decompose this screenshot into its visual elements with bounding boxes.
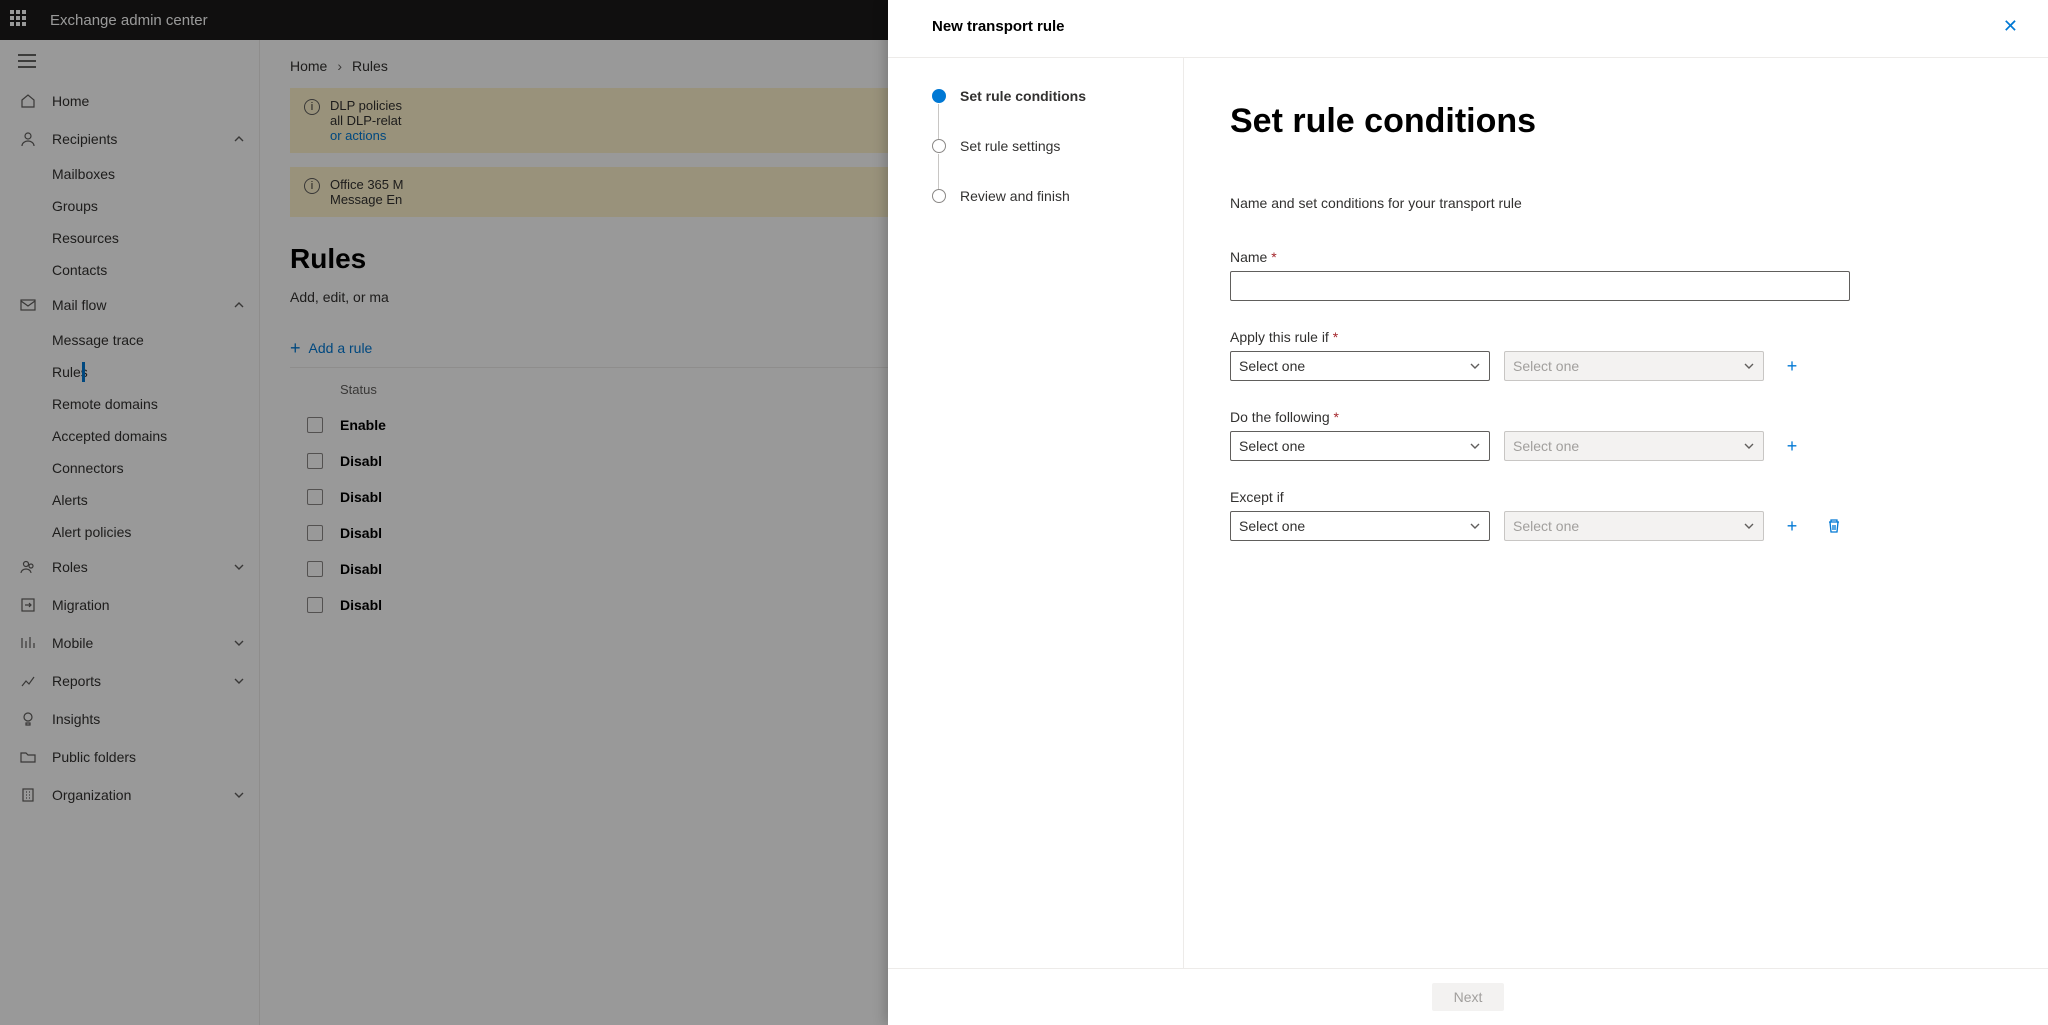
chevron-down-icon [1743, 520, 1755, 532]
panel-title: New transport rule [932, 18, 1065, 35]
add-exception-button[interactable]: + [1778, 512, 1806, 540]
form-heading: Set rule conditions [1230, 102, 1988, 141]
step-conditions[interactable]: Set rule conditions [932, 88, 1153, 138]
step-review[interactable]: Review and finish [932, 188, 1153, 204]
wizard-steps: Set rule conditions Set rule settings Re… [888, 58, 1184, 968]
name-input[interactable] [1230, 271, 1850, 301]
except-label: Except if [1230, 489, 1988, 505]
chevron-down-icon [1469, 360, 1481, 372]
step-settings[interactable]: Set rule settings [932, 138, 1153, 188]
action-value-dropdown[interactable]: Select one [1504, 431, 1764, 461]
action-dropdown[interactable]: Select one [1230, 431, 1490, 461]
chevron-down-icon [1743, 360, 1755, 372]
chevron-down-icon [1469, 440, 1481, 452]
form-description: Name and set conditions for your transpo… [1230, 195, 1988, 211]
chevron-down-icon [1743, 440, 1755, 452]
next-button[interactable]: Next [1432, 983, 1505, 1011]
except-condition-dropdown[interactable]: Select one [1230, 511, 1490, 541]
chevron-down-icon [1469, 520, 1481, 532]
apply-label: Apply this rule if * [1230, 329, 1988, 345]
close-icon[interactable]: ✕ [2003, 16, 2018, 37]
name-label: Name * [1230, 249, 1988, 265]
add-action-button[interactable]: + [1778, 432, 1806, 460]
except-value-dropdown[interactable]: Select one [1504, 511, 1764, 541]
apply-condition-dropdown[interactable]: Select one [1230, 351, 1490, 381]
do-label: Do the following * [1230, 409, 1988, 425]
delete-exception-button[interactable] [1820, 512, 1848, 540]
add-condition-button[interactable]: + [1778, 352, 1806, 380]
new-rule-panel: New transport rule ✕ Set rule conditions… [888, 0, 2048, 1025]
apply-value-dropdown[interactable]: Select one [1504, 351, 1764, 381]
